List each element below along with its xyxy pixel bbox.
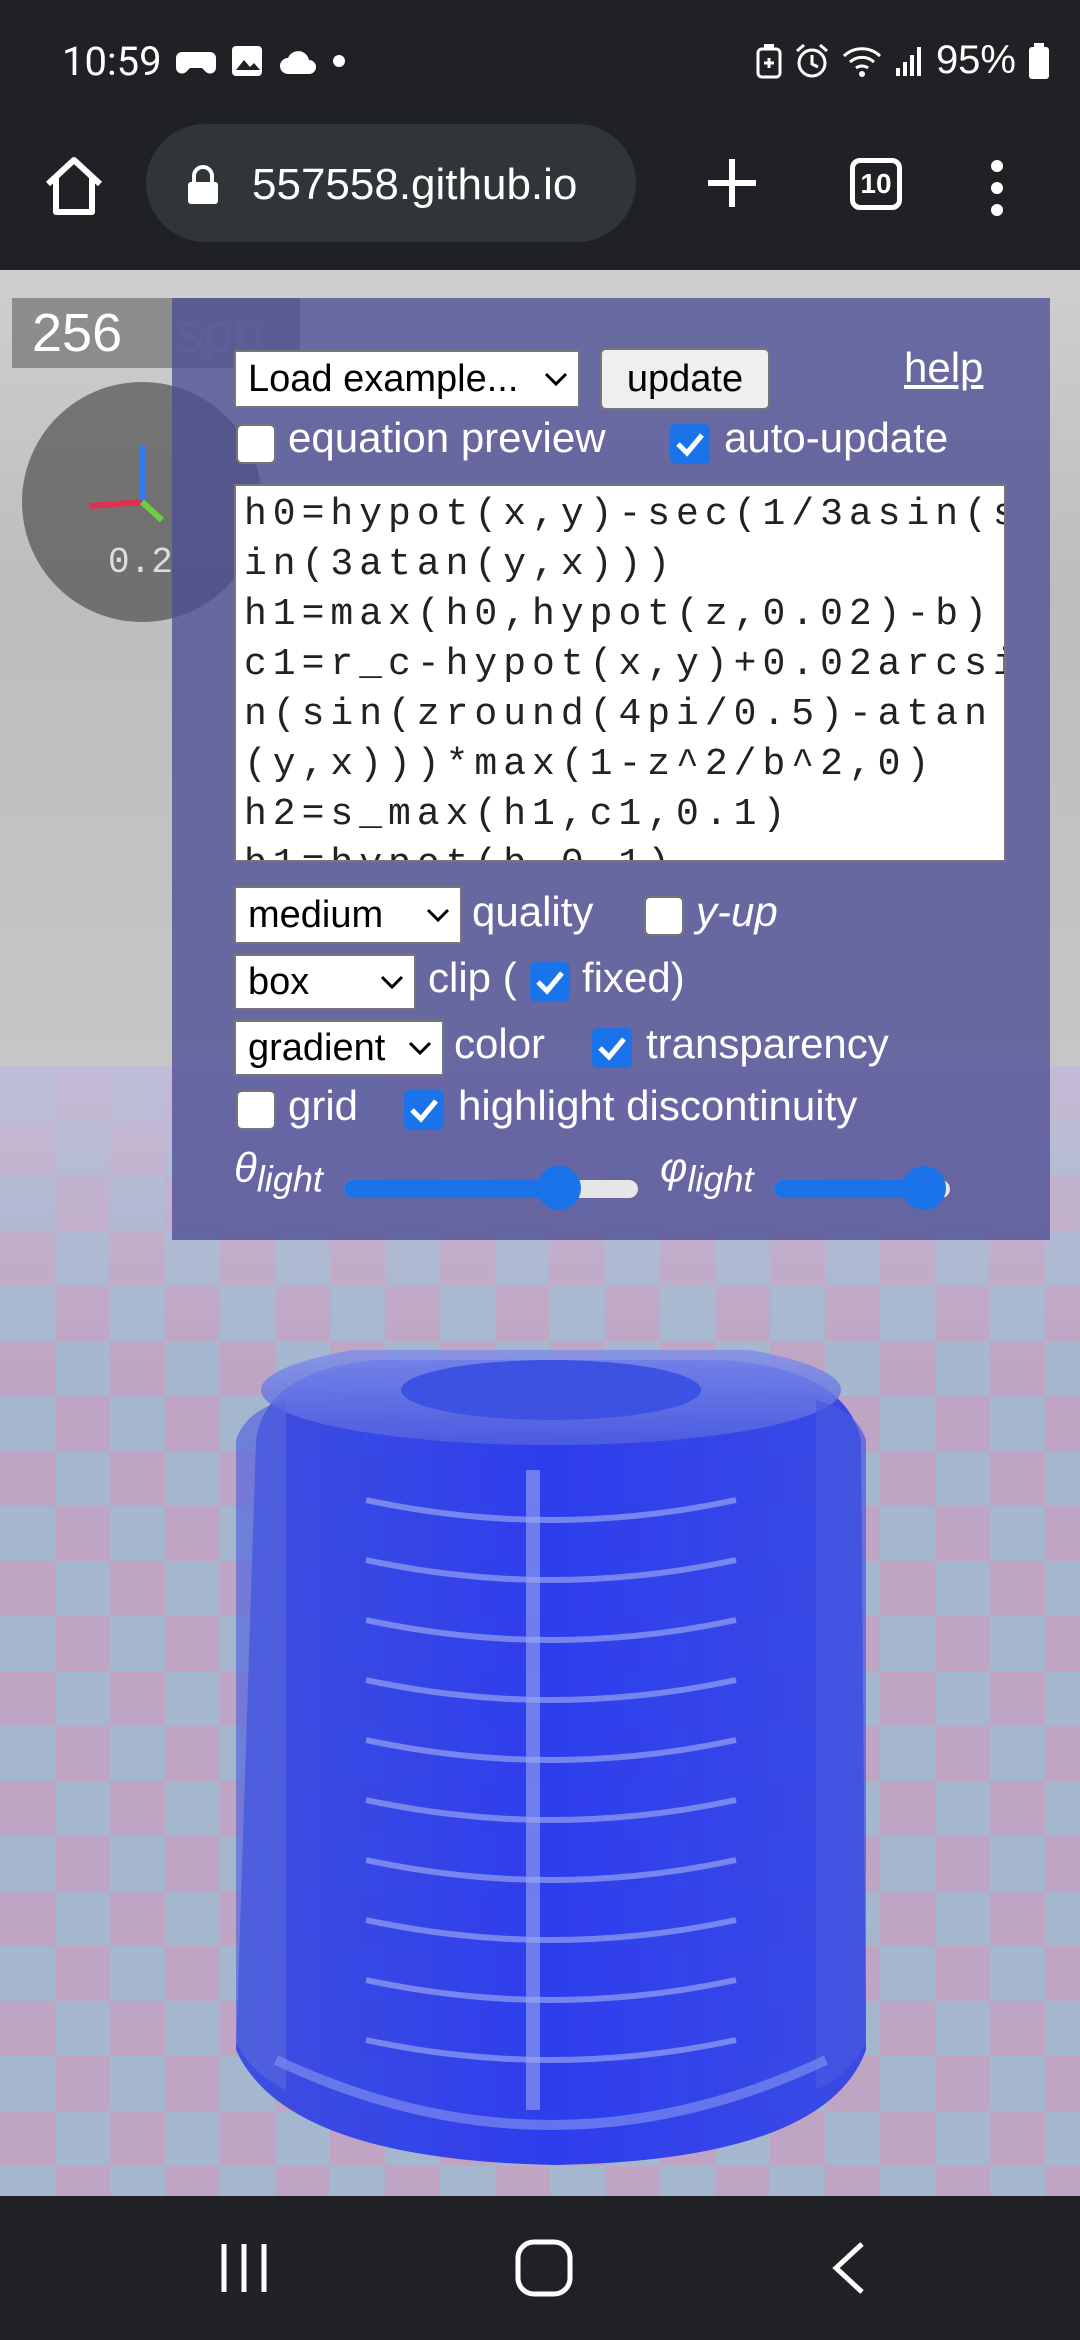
- chevron-down-icon: [426, 908, 450, 922]
- axis-scale: 0.2: [108, 542, 173, 583]
- quality-select[interactable]: medium: [234, 886, 462, 944]
- phi-slider-thumb[interactable]: [901, 1166, 946, 1210]
- phi-symbol: φ: [660, 1144, 688, 1191]
- status-time: 10:59: [62, 38, 162, 85]
- theta-slider-fill: [344, 1180, 559, 1198]
- help-link[interactable]: help: [904, 344, 983, 392]
- theta-slider-thumb[interactable]: [536, 1166, 581, 1210]
- theta-subscript: light: [256, 1158, 323, 1200]
- chevron-down-icon: [380, 975, 404, 989]
- clip-select-value: box: [248, 961, 310, 1003]
- transparency-checkbox[interactable]: [592, 1028, 632, 1068]
- equation-line: in(3atan(y,x))): [244, 543, 677, 586]
- battery-percent: 95%: [935, 38, 1016, 82]
- equation-line: b1=hypot(b,0.1): [244, 840, 996, 860]
- update-button[interactable]: update: [600, 348, 770, 410]
- signal-icon: [895, 46, 921, 76]
- grid-label: grid: [288, 1082, 359, 1129]
- equation-line: h0=hypot(x,y)-sec(1/3asin(s: [244, 493, 1006, 536]
- equation-line: h1=max(h0,hypot(z,0.02)-b): [244, 593, 993, 636]
- transparency-label: transparency: [646, 1020, 889, 1067]
- tab-switcher-button[interactable]: 10: [850, 158, 902, 210]
- color-select[interactable]: gradient: [234, 1020, 444, 1076]
- back-icon[interactable]: [826, 2238, 870, 2298]
- lock-icon: [188, 165, 218, 204]
- clip-fixed-checkbox[interactable]: [530, 962, 570, 1002]
- auto-update-label: auto-update: [724, 414, 949, 461]
- gallery-icon: [232, 46, 262, 76]
- example-select-value: Load example...: [248, 358, 519, 400]
- y-up-label: y-up: [696, 888, 778, 935]
- new-tab-icon[interactable]: [704, 155, 760, 211]
- phi-light-label: φlight: [660, 1144, 753, 1200]
- home-nav-icon[interactable]: [512, 2236, 576, 2300]
- quality-select-value: medium: [248, 894, 384, 936]
- equation-editor[interactable]: h0=hypot(x,y)-sec(1/3asin(s in(3atan(y,x…: [234, 484, 1006, 862]
- y-up-checkbox[interactable]: [644, 896, 684, 936]
- battery-icon: [1029, 42, 1049, 79]
- auto-update-checkbox[interactable]: [670, 424, 710, 464]
- equation-preview-checkbox[interactable]: [236, 424, 276, 464]
- theta-symbol: θ: [234, 1144, 257, 1191]
- spp-value: 256: [32, 303, 123, 363]
- equation-line: n(sin(zround(4pi/0.5)-atan: [244, 693, 993, 736]
- theta-light-label: θlight: [234, 1144, 323, 1200]
- wifi-icon: [842, 46, 881, 77]
- clip-label: clip (: [428, 954, 517, 1001]
- checkmark-icon: [676, 433, 704, 457]
- phi-subscript: light: [687, 1158, 754, 1200]
- equation-line: c1=r_c-hypot(x,y)+0.02arcsi: [244, 643, 1006, 686]
- navigation-bar: [0, 2196, 1080, 2340]
- more-menu-icon[interactable]: [982, 158, 1012, 218]
- rendered-object: [236, 1350, 866, 2165]
- clip-fixed-label: fixed): [582, 954, 685, 1001]
- clip-select[interactable]: box: [234, 954, 416, 1010]
- highlight-discontinuity-checkbox[interactable]: [404, 1090, 444, 1130]
- cloud-icon: [280, 51, 316, 74]
- color-select-value: gradient: [248, 1027, 386, 1069]
- status-bar: 10:59 95%: [0, 0, 1080, 130]
- system-icons: 95%: [756, 38, 1050, 83]
- home-icon[interactable]: [40, 152, 108, 220]
- url-text: 557558.github.io: [252, 160, 578, 209]
- chevron-down-icon: [544, 372, 568, 386]
- address-bar[interactable]: 557558.github.io: [146, 124, 636, 242]
- equation-line: h2=s_max(h1,c1,0.1): [244, 793, 792, 836]
- chevron-down-icon: [408, 1041, 432, 1055]
- checkmark-icon: [410, 1099, 438, 1123]
- color-label: color: [454, 1020, 546, 1067]
- notification-icons: [176, 44, 346, 78]
- dot-icon: [333, 55, 345, 67]
- game-controller-icon: [176, 52, 216, 74]
- example-select[interactable]: Load example...: [234, 350, 580, 408]
- render-canvas[interactable]: 256 spp 0.2 Load example... update help …: [0, 270, 1080, 2196]
- equation-preview-label: equation preview: [288, 414, 606, 461]
- quality-label: quality: [472, 888, 594, 935]
- theta-light-slider[interactable]: [344, 1166, 638, 1210]
- alarm-icon: [795, 43, 828, 77]
- phi-light-slider[interactable]: [774, 1166, 950, 1210]
- control-panel: Load example... update help equation pre…: [172, 298, 1050, 1240]
- recent-apps-icon[interactable]: [214, 2238, 274, 2298]
- battery-saver-icon: [756, 43, 782, 78]
- grid-checkbox[interactable]: [236, 1090, 276, 1130]
- checkmark-icon: [536, 971, 564, 995]
- equation-line: (y,x)))*max(1-z^2/b^2,0): [244, 743, 936, 786]
- web-viewport: 256 spp 0.2 Load example... update help …: [0, 270, 1080, 2196]
- checkmark-icon: [598, 1037, 626, 1061]
- highlight-discontinuity-label: highlight discontinuity: [458, 1082, 858, 1129]
